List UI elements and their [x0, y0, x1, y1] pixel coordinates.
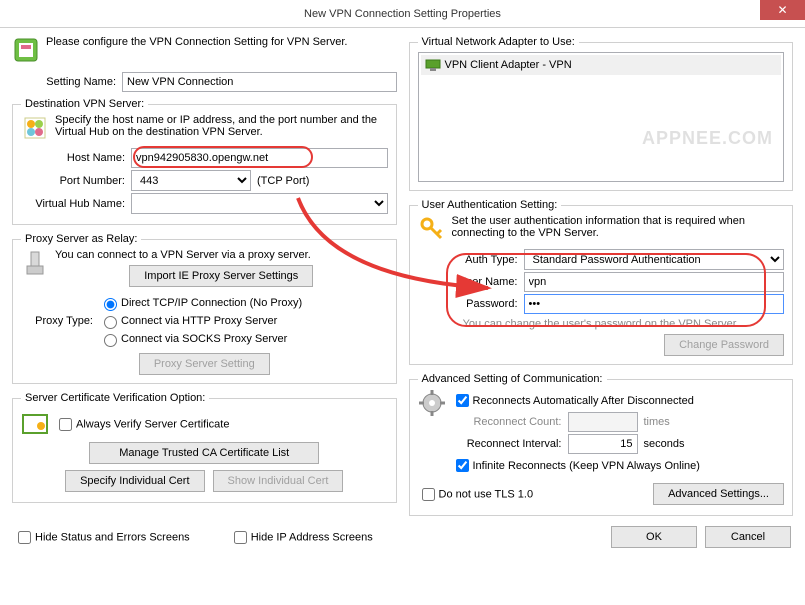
username-label: User Name:: [454, 276, 524, 288]
adapter-group: Virtual Network Adapter to Use: VPN Clie…: [409, 36, 794, 191]
destination-legend: Destination VPN Server:: [21, 98, 148, 110]
auth-group: User Authentication Setting: Set the use…: [409, 199, 794, 365]
host-label: Host Name:: [21, 152, 131, 164]
username-input[interactable]: [524, 272, 785, 292]
reconnect-count-label: Reconnect Count:: [452, 416, 568, 428]
manage-ca-button[interactable]: Manage Trusted CA Certificate List: [89, 442, 319, 464]
password-hint: You can change the user's password on th…: [418, 318, 785, 330]
infinite-checkbox[interactable]: Infinite Reconnects (Keep VPN Always Onl…: [452, 456, 785, 475]
port-label: Port Number:: [21, 175, 131, 187]
advanced-settings-button[interactable]: Advanced Settings...: [653, 483, 784, 505]
port-select[interactable]: 443: [131, 170, 251, 191]
reconnect-interval-label: Reconnect Interval:: [452, 438, 568, 450]
auth-legend: User Authentication Setting:: [418, 199, 562, 211]
adapter-list[interactable]: VPN Client Adapter - VPN APPNEE.COM: [418, 52, 785, 182]
proxy-opt-socks[interactable]: Connect via SOCKS Proxy Server: [99, 331, 302, 347]
hide-status-checkbox[interactable]: Hide Status and Errors Screens: [14, 528, 190, 547]
proxy-radio-socks[interactable]: [104, 334, 117, 347]
keys-icon: [418, 215, 446, 243]
auth-type-label: Auth Type:: [454, 254, 524, 266]
password-input[interactable]: [524, 294, 785, 314]
destination-desc: Specify the host name or IP address, and…: [55, 114, 388, 138]
hide-ip-checkbox[interactable]: Hide IP Address Screens: [230, 528, 373, 547]
cert-group: Server Certificate Verification Option: …: [12, 392, 397, 503]
reconnect-auto-checkbox[interactable]: Reconnects Automatically After Disconnec…: [452, 391, 785, 410]
setting-name-input[interactable]: [122, 72, 397, 92]
cert-legend: Server Certificate Verification Option:: [21, 392, 209, 404]
show-cert-button[interactable]: Show Individual Cert: [213, 470, 344, 492]
close-button[interactable]: ✕: [760, 0, 805, 20]
gear-icon: [418, 389, 446, 417]
reconnect-interval-input[interactable]: [568, 434, 638, 454]
password-label: Password:: [454, 298, 524, 310]
setting-name-label: Setting Name:: [12, 76, 122, 88]
import-proxy-button[interactable]: Import IE Proxy Server Settings: [129, 265, 313, 287]
auth-type-select[interactable]: Standard Password Authentication: [524, 249, 785, 270]
titlebar: New VPN Connection Setting Properties ✕: [0, 0, 805, 28]
proxy-radio-direct[interactable]: [104, 298, 117, 311]
specify-cert-button[interactable]: Specify Individual Cert: [65, 470, 204, 492]
proxy-legend: Proxy Server as Relay:: [21, 233, 141, 245]
server-icon: [21, 114, 49, 142]
proxy-desc: You can connect to a VPN Server via a pr…: [55, 249, 388, 261]
hub-select[interactable]: [131, 193, 388, 214]
proxy-group: Proxy Server as Relay: You can connect t…: [12, 233, 397, 384]
host-input[interactable]: [131, 148, 388, 168]
adapter-item[interactable]: VPN Client Adapter - VPN: [421, 55, 782, 75]
hub-label: Virtual Hub Name:: [21, 198, 131, 210]
always-verify-checkbox[interactable]: Always Verify Server Certificate: [55, 415, 229, 434]
change-password-button[interactable]: Change Password: [664, 334, 784, 356]
window-title: New VPN Connection Setting Properties: [304, 8, 501, 20]
count-unit: times: [644, 416, 670, 428]
proxy-type-label: Proxy Type:: [21, 315, 99, 327]
proxy-setting-button[interactable]: Proxy Server Setting: [139, 353, 270, 375]
auth-desc: Set the user authentication information …: [452, 215, 785, 239]
advanced-group: Advanced Setting of Communication: Recon…: [409, 373, 794, 516]
settings-icon: [12, 36, 40, 64]
adapter-icon: [425, 57, 441, 73]
proxy-radio-http[interactable]: [104, 316, 117, 329]
reconnect-count-input[interactable]: [568, 412, 638, 432]
watermark: APPNEE.COM: [642, 128, 773, 149]
ok-button[interactable]: OK: [611, 526, 697, 548]
cancel-button[interactable]: Cancel: [705, 526, 791, 548]
advanced-legend: Advanced Setting of Communication:: [418, 373, 607, 385]
certificate-icon: [21, 410, 49, 438]
port-hint: (TCP Port): [257, 175, 309, 187]
no-tls-checkbox[interactable]: Do not use TLS 1.0: [418, 485, 534, 504]
intro-text: Please configure the VPN Connection Sett…: [46, 36, 347, 48]
adapter-legend: Virtual Network Adapter to Use:: [418, 36, 579, 48]
destination-group: Destination VPN Server: Specify the host…: [12, 98, 397, 225]
interval-unit: seconds: [644, 438, 685, 450]
proxy-icon: [21, 249, 49, 277]
proxy-opt-http[interactable]: Connect via HTTP Proxy Server: [99, 313, 302, 329]
proxy-opt-direct[interactable]: Direct TCP/IP Connection (No Proxy): [99, 295, 302, 311]
